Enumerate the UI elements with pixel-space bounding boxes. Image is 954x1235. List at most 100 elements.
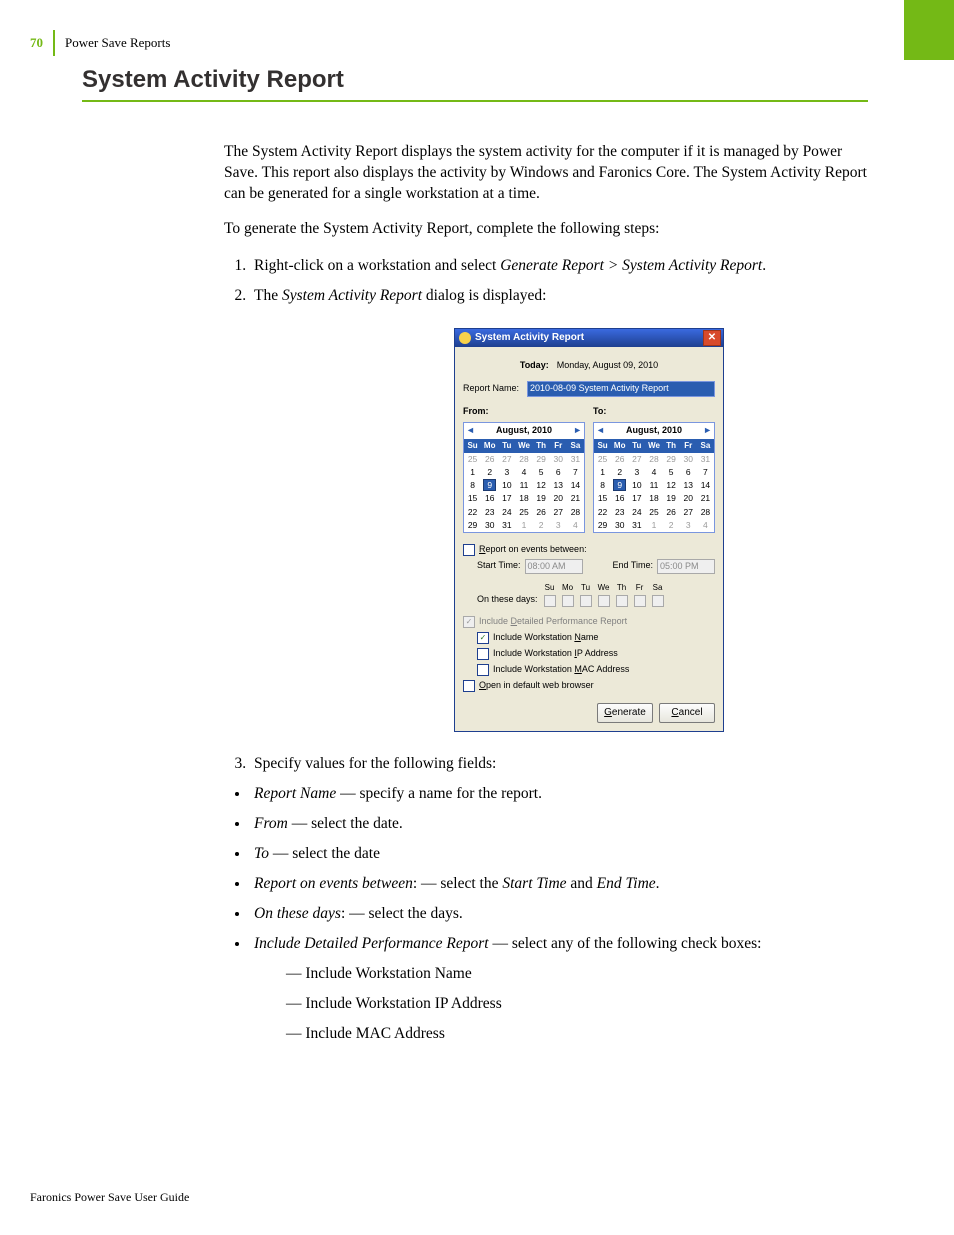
calendar-day[interactable]: 3	[680, 519, 697, 532]
next-month-icon[interactable]: ►	[703, 424, 712, 438]
calendar-day[interactable]: 5	[533, 466, 550, 479]
calendar-day[interactable]: 24	[628, 506, 645, 519]
calendar-day[interactable]: 28	[697, 506, 714, 519]
calendar-day[interactable]: 30	[550, 453, 567, 466]
calendar-day[interactable]: 17	[628, 492, 645, 505]
calendar-day[interactable]: 25	[515, 506, 532, 519]
calendar-day[interactable]: 4	[697, 519, 714, 532]
start-time-field[interactable]: 08:00 AM	[525, 559, 583, 574]
calendar-day[interactable]: 8	[464, 479, 481, 492]
calendar-day[interactable]: 29	[464, 519, 481, 532]
calendar-day[interactable]: 1	[464, 466, 481, 479]
calendar-day[interactable]: 3	[628, 466, 645, 479]
calendar-day[interactable]: 23	[611, 506, 628, 519]
cancel-button[interactable]: Cancel	[659, 703, 715, 723]
calendar-day[interactable]: 29	[533, 453, 550, 466]
calendar-day[interactable]: 2	[663, 519, 680, 532]
calendar-day[interactable]: 10	[628, 479, 645, 492]
titlebar[interactable]: System Activity Report ✕	[455, 329, 723, 347]
calendar-day[interactable]: 27	[628, 453, 645, 466]
calendar-day[interactable]: 9	[481, 479, 498, 492]
day-checkbox[interactable]	[652, 595, 664, 607]
calendar-day[interactable]: 4	[515, 466, 532, 479]
calendar-day[interactable]: 2	[533, 519, 550, 532]
calendar-day[interactable]: 5	[663, 466, 680, 479]
calendar-day[interactable]: 25	[594, 453, 611, 466]
generate-button[interactable]: Generate	[597, 703, 653, 723]
calendar-day[interactable]: 19	[533, 492, 550, 505]
calendar-day[interactable]: 7	[567, 466, 584, 479]
calendar-day[interactable]: 31	[697, 453, 714, 466]
calendar-day[interactable]: 11	[515, 479, 532, 492]
calendar-day[interactable]: 20	[550, 492, 567, 505]
calendar-day[interactable]: 1	[515, 519, 532, 532]
calendar-day[interactable]: 12	[663, 479, 680, 492]
calendar-day[interactable]: 29	[594, 519, 611, 532]
calendar-day[interactable]: 18	[645, 492, 662, 505]
inc-ws-name-checkbox[interactable]: ✓	[477, 632, 489, 644]
calendar-day[interactable]: 30	[481, 519, 498, 532]
calendar-day[interactable]: 14	[567, 479, 584, 492]
calendar-day[interactable]: 4	[567, 519, 584, 532]
day-checkbox[interactable]	[616, 595, 628, 607]
calendar-day[interactable]: 25	[645, 506, 662, 519]
calendar-day[interactable]: 7	[697, 466, 714, 479]
day-checkbox[interactable]	[562, 595, 574, 607]
calendar-day[interactable]: 31	[567, 453, 584, 466]
calendar-to[interactable]: ◄ August, 2010 ► SuMoTuWeThFrSa252627282…	[593, 422, 715, 533]
calendar-day[interactable]: 27	[680, 506, 697, 519]
day-checkbox[interactable]	[580, 595, 592, 607]
detailed-report-checkbox[interactable]: ✓	[463, 616, 475, 628]
report-between-checkbox[interactable]	[463, 544, 475, 556]
calendar-day[interactable]: 10	[498, 479, 515, 492]
calendar-day[interactable]: 22	[594, 506, 611, 519]
calendar-day[interactable]: 3	[498, 466, 515, 479]
next-month-icon[interactable]: ►	[573, 424, 582, 438]
day-checkbox[interactable]	[544, 595, 556, 607]
calendar-day[interactable]: 26	[481, 453, 498, 466]
calendar-day[interactable]: 27	[498, 453, 515, 466]
prev-month-icon[interactable]: ◄	[466, 424, 475, 438]
calendar-day[interactable]: 9	[611, 479, 628, 492]
calendar-from[interactable]: ◄ August, 2010 ► SuMoTuWeThFrSa252627282…	[463, 422, 585, 533]
calendar-day[interactable]: 21	[697, 492, 714, 505]
calendar-day[interactable]: 14	[697, 479, 714, 492]
inc-ws-ip-checkbox[interactable]	[477, 648, 489, 660]
calendar-day[interactable]: 2	[611, 466, 628, 479]
calendar-day[interactable]: 24	[498, 506, 515, 519]
calendar-day[interactable]: 8	[594, 479, 611, 492]
close-icon[interactable]: ✕	[703, 330, 721, 346]
calendar-day[interactable]: 29	[663, 453, 680, 466]
calendar-day[interactable]: 31	[498, 519, 515, 532]
calendar-day[interactable]: 19	[663, 492, 680, 505]
calendar-day[interactable]: 22	[464, 506, 481, 519]
calendar-day[interactable]: 21	[567, 492, 584, 505]
calendar-day[interactable]: 18	[515, 492, 532, 505]
calendar-day[interactable]: 2	[481, 466, 498, 479]
day-checkbox[interactable]	[634, 595, 646, 607]
calendar-day[interactable]: 25	[464, 453, 481, 466]
calendar-day[interactable]: 26	[533, 506, 550, 519]
calendar-day[interactable]: 3	[550, 519, 567, 532]
calendar-day[interactable]: 20	[680, 492, 697, 505]
calendar-day[interactable]: 26	[611, 453, 628, 466]
inc-ws-mac-checkbox[interactable]	[477, 664, 489, 676]
calendar-day[interactable]: 23	[481, 506, 498, 519]
report-name-input[interactable]: 2010-08-09 System Activity Report	[527, 381, 715, 397]
calendar-day[interactable]: 16	[611, 492, 628, 505]
calendar-day[interactable]: 11	[645, 479, 662, 492]
calendar-day[interactable]: 13	[680, 479, 697, 492]
calendar-day[interactable]: 1	[594, 466, 611, 479]
calendar-day[interactable]: 4	[645, 466, 662, 479]
prev-month-icon[interactable]: ◄	[596, 424, 605, 438]
calendar-day[interactable]: 6	[550, 466, 567, 479]
calendar-day[interactable]: 28	[567, 506, 584, 519]
calendar-day[interactable]: 30	[611, 519, 628, 532]
day-checkbox[interactable]	[598, 595, 610, 607]
calendar-day[interactable]: 15	[594, 492, 611, 505]
calendar-day[interactable]: 15	[464, 492, 481, 505]
calendar-day[interactable]: 16	[481, 492, 498, 505]
calendar-day[interactable]: 17	[498, 492, 515, 505]
open-browser-checkbox[interactable]	[463, 680, 475, 692]
calendar-day[interactable]: 28	[645, 453, 662, 466]
